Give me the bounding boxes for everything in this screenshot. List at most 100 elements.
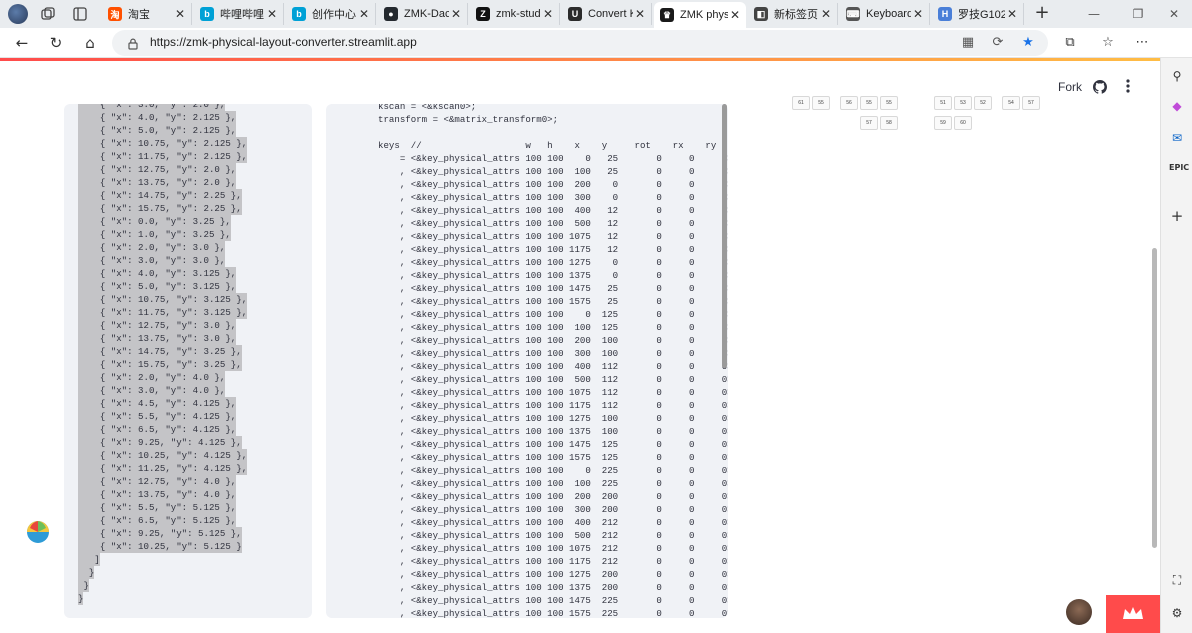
workspaces-icon[interactable] [40,6,56,22]
code-line: { "x": 5.0, "y": 3.125 }, [78,280,237,293]
address-bar[interactable]: https://zmk-physical-layout-converter.st… [112,30,1048,56]
lock-icon[interactable] [126,36,140,50]
code-line: { "x": 12.75, "y": 3.0 }, [78,319,237,332]
code-line: ] [78,553,100,566]
browser-tab[interactable]: 淘淘宝 ✕ [102,3,192,25]
code-line: , <&key_physical_attrs 100 100 400 112 0… [378,361,728,372]
fork-link[interactable]: Fork [1058,80,1082,94]
tab-favicon-icon: ♛ [660,8,674,22]
code-line: { "x": 10.25, "y": 4.125 }, [78,449,248,462]
close-tab-icon[interactable]: ✕ [1005,7,1019,21]
favorites-icon[interactable]: ☆ [1100,35,1116,51]
close-tab-icon[interactable]: ✕ [357,7,371,21]
restore-icon[interactable]: ❐ [1128,4,1148,24]
code-line: { "x": 11.75, "y": 2.125 }, [78,150,248,163]
search-icon[interactable]: ⚲ [1169,68,1185,84]
user-avatar[interactable] [1066,599,1092,625]
code-line: { "x": 15.75, "y": 2.25 }, [78,202,242,215]
code-line: , <&key_physical_attrs 100 100 1275 100 … [378,413,728,424]
browser-tab[interactable]: U Convert KL✕ [562,3,652,25]
close-tab-icon[interactable]: ✕ [911,7,925,21]
close-tab-icon[interactable]: ✕ [265,7,279,21]
code-line: } [78,579,89,592]
back-arrow-icon[interactable]: ← [12,33,32,53]
github-icon[interactable] [1093,79,1108,94]
json-code-lines[interactable]: { "x": 3.0, "y": 2.0 }, { "x": 4.0, "y":… [78,104,248,605]
code-line: , <&key_physical_attrs 100 100 1575 25 0… [378,296,728,307]
devicetree-code-lines[interactable]: kscan = <&kscan0>; transform = <&matrix_t… [378,104,728,618]
app-available-icon[interactable]: ▦ [960,35,976,51]
browser-tab[interactable]: ♛ ZMK physi ✕ [654,2,746,28]
keycap: 61 [792,96,810,110]
profile-avatar[interactable] [8,4,28,24]
browser-tab[interactable]: ◧ 新标签页 ✕ [748,3,838,25]
code-line: transform = <&matrix_transform0>; [378,114,559,125]
code-line: , <&key_physical_attrs 100 100 1075 212 … [378,543,728,554]
keycap: 57 [860,116,878,130]
url-text[interactable]: https://zmk-physical-layout-converter.st… [150,35,417,49]
keycap: 54 [1002,96,1020,110]
close-tab-icon[interactable]: ✕ [541,7,555,21]
code-line: { "x": 6.5, "y": 4.125 }, [78,423,237,436]
browser-tab[interactable]: ● ZMK-Dacty✕ [378,3,468,25]
browser-tab[interactable]: ⌨ Keyboard I✕ [840,3,930,25]
outlook-icon[interactable]: ✉ [1169,130,1185,146]
epic-games-icon[interactable]: EPIC [1169,160,1189,176]
close-tab-icon[interactable]: ✕ [173,7,187,21]
close-tab-icon[interactable]: ✕ [633,7,647,21]
code-line: { "x": 10.25, "y": 5.125 } [78,540,242,553]
code-line: { "x": 11.25, "y": 4.125 }, [78,462,248,475]
refresh-tracking-icon[interactable]: ⟳ [990,35,1006,51]
home-icon[interactable]: ⌂ [80,33,100,53]
code-line: { "x": 5.5, "y": 4.125 }, [78,410,237,423]
json-layout-code-block[interactable]: { "x": 3.0, "y": 2.0 }, { "x": 4.0, "y":… [64,104,312,618]
extensions-icon[interactable]: ⧉ [1062,35,1078,51]
tab-title: 哔哩哔哩 ( [220,9,265,21]
devicetree-code-block[interactable]: kscan = <&kscan0>; transform = <&matrix_t… [326,104,728,618]
tab-title: 新标签页 [774,9,818,21]
new-tab-button[interactable]: + [1032,4,1052,24]
tab-actions-icon[interactable] [72,6,88,22]
code-line: , <&key_physical_attrs 100 100 1575 125 … [378,452,728,463]
code-line: { "x": 4.0, "y": 3.125 }, [78,267,237,280]
browser-tab[interactable]: H 罗技G102 ✕ [932,3,1024,25]
add-sidebar-app-icon[interactable]: + [1169,208,1185,224]
close-tab-icon[interactable]: ✕ [449,7,463,21]
screenshot-icon[interactable]: ⛶ [1169,572,1185,588]
streamlit-crown-button[interactable] [1106,595,1160,633]
close-tab-icon[interactable]: ✕ [819,7,833,21]
close-tab-icon[interactable]: ✕ [728,8,742,22]
reload-icon[interactable]: ↻ [46,33,66,53]
keycap: 57 [1022,96,1040,110]
more-vertical-icon[interactable] [1124,78,1132,94]
keycap: 58 [880,116,898,130]
tab-title: ZMK physi [680,9,728,21]
code-line: , <&key_physical_attrs 100 100 1375 100 … [378,426,728,437]
code-line: , <&key_physical_attrs 100 100 200 200 0… [378,491,728,502]
tab-favicon-icon: U [568,7,582,21]
settings-more-icon[interactable]: ⋯ [1134,35,1150,51]
streamlit-logo-icon[interactable] [26,520,50,544]
tab-title: 创作中心 - [312,9,357,21]
sidebar-gear-icon[interactable]: ⚙ [1169,605,1185,621]
code-line: , <&key_physical_attrs 100 100 1075 112 … [378,387,728,398]
code-line: , <&key_physical_attrs 100 100 500 12 0 … [378,218,728,229]
copilot-icon[interactable]: ◆ [1169,98,1185,114]
code-line: { "x": 3.0, "y": 3.0 }, [78,254,226,267]
page-scrollbar[interactable] [1152,248,1157,548]
streamlit-top-decoration [0,58,1160,61]
browser-tab[interactable]: b 哔哩哔哩 (✕ [194,3,284,25]
code-line: { "x": 9.25, "y": 5.125 }, [78,527,242,540]
favorite-star-icon[interactable]: ★ [1020,35,1036,51]
code-line: , <&key_physical_attrs 100 100 1275 200 … [378,569,728,580]
close-window-icon[interactable]: ✕ [1164,4,1184,24]
browser-sidebar: ⚲ ◆ ✉ EPIC + ⛶ ⚙ [1160,58,1192,633]
code-block-scrollbar[interactable] [722,104,727,368]
code-line: , <&key_physical_attrs 100 100 1475 25 0… [378,283,728,294]
tab-title: Keyboard I [866,8,911,20]
browser-tab[interactable]: Zzmk-studio✕ [470,3,560,25]
minimize-icon[interactable]: — [1084,4,1104,24]
browser-tab[interactable]: b 创作中心 -✕ [286,3,376,25]
code-line: { "x": 0.0, "y": 3.25 }, [78,215,231,228]
